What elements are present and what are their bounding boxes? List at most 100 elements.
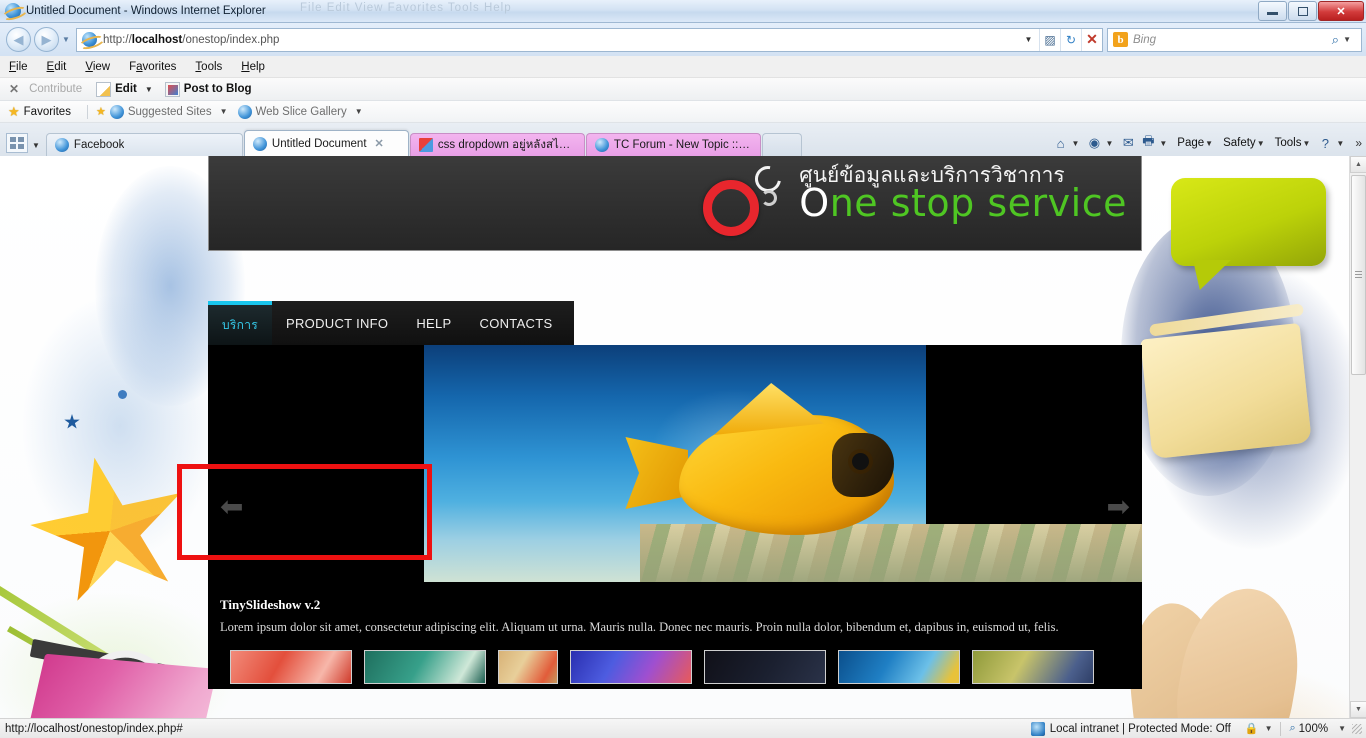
add-favorite-icon[interactable]: ★ (96, 105, 106, 118)
site-header: ศูนย์ข้อมูลและบริการวิชาการ One stop ser… (208, 156, 1142, 251)
restore-button[interactable] (1288, 1, 1317, 21)
close-button[interactable]: ✕ (1318, 1, 1364, 21)
stop-icon[interactable]: ✕ (1081, 28, 1102, 51)
vertical-scrollbar[interactable]: ▲ ▼ (1349, 156, 1366, 718)
tab-label: Untitled Document (271, 137, 367, 150)
mail-icon[interactable]: ✉ (1118, 134, 1138, 152)
menu-view[interactable]: View (85, 61, 110, 73)
chevron-down-icon[interactable]: ▼ (1159, 139, 1167, 148)
tools-menu-button[interactable]: Tools (1275, 137, 1302, 149)
chevron-down-icon[interactable]: ▼ (1265, 724, 1273, 733)
ie-icon (252, 136, 267, 151)
nav-item-contacts[interactable]: CONTACTS (466, 301, 567, 345)
edit-icon (96, 81, 112, 97)
chevron-down-icon[interactable]: ▼ (1302, 139, 1310, 148)
nav-item-help[interactable]: HELP (402, 301, 465, 345)
web-slice-icon (237, 104, 252, 119)
nav-item-service[interactable]: บริการ (208, 301, 273, 345)
tab-close-icon[interactable]: ✕ (375, 137, 384, 150)
chevron-down-icon[interactable]: ▼ (145, 85, 153, 94)
tab-label: css dropdown อยู่หลังสไล - ... (437, 139, 576, 151)
scrollbar-thumb[interactable] (1351, 175, 1366, 375)
search-icon[interactable]: ⌕ (1332, 32, 1339, 48)
url-input[interactable]: http://localhost/onestop/index.php ▼ ▨ ↻… (76, 27, 1103, 52)
thumbnail-item[interactable] (972, 650, 1094, 684)
tab-strip: ▼ Facebook Untitled Document ✕ css dropd… (0, 123, 1366, 156)
chevron-down-icon[interactable]: ▼ (1338, 724, 1346, 733)
url-dropdown-icon[interactable]: ▼ (1018, 29, 1039, 51)
chevron-down-icon[interactable]: ▼ (355, 107, 363, 116)
contribute-label: Contribute (29, 83, 83, 95)
forward-button[interactable]: ▶ (34, 27, 59, 52)
new-tab-button[interactable] (761, 133, 802, 156)
rss-feeds-icon[interactable]: ◉ (1084, 134, 1104, 152)
thumbnail-item[interactable] (230, 650, 352, 684)
menu-favorites[interactable]: Favorites (129, 61, 176, 73)
chevron-down-icon[interactable]: ▼ (220, 107, 228, 116)
scroll-down-button[interactable]: ▼ (1350, 701, 1366, 718)
chevron-down-icon[interactable]: ▼ (32, 141, 40, 150)
tab-tc-forum[interactable]: TC Forum - New Topic :: ะ... (585, 133, 761, 156)
status-bar: http://localhost/onestop/index.php# Loca… (0, 718, 1366, 738)
chevron-down-icon[interactable]: ▼ (1257, 139, 1265, 148)
resize-grip[interactable] (1352, 723, 1362, 734)
home-icon[interactable]: ⌂ (1051, 134, 1071, 152)
tab-facebook[interactable]: Facebook (45, 133, 243, 156)
tab-css-dropdown[interactable]: css dropdown อยู่หลังสไล - ... (409, 133, 585, 156)
menu-file[interactable]: File (9, 61, 28, 73)
back-button[interactable]: ◀ (6, 27, 31, 52)
history-dropdown-icon[interactable]: ▼ (59, 35, 73, 44)
speech-bubble-decoration (1171, 178, 1326, 266)
compatibility-view-icon[interactable]: ▨ (1039, 28, 1060, 51)
swirl-decoration-icon (761, 190, 778, 206)
chevron-down-icon[interactable]: ▼ (1072, 139, 1080, 148)
slideshow-next-button[interactable]: ➡ (1107, 493, 1130, 521)
minimize-button[interactable] (1258, 1, 1287, 21)
safety-menu-button[interactable]: Safety (1223, 137, 1256, 149)
scroll-up-button[interactable]: ▲ (1350, 156, 1366, 173)
lock-icon[interactable]: 🔒 (1245, 722, 1259, 735)
zoom-icon[interactable]: ⌕ (1289, 722, 1295, 735)
slideshow-title: TinySlideshow v.2 (220, 596, 321, 612)
page-favicon (82, 31, 98, 48)
site-logo: ศูนย์ข้อมูลและบริการวิชาการ One stop ser… (703, 160, 1127, 249)
tab-untitled-document[interactable]: Untitled Document ✕ (243, 130, 409, 156)
chevron-down-icon[interactable]: ▼ (1205, 139, 1213, 148)
close-icon[interactable]: ✕ (9, 82, 19, 96)
zoom-level-label[interactable]: 100% (1299, 723, 1328, 735)
edit-button[interactable]: Edit (115, 83, 137, 95)
status-link-url: http://localhost/onestop/index.php# (5, 722, 183, 735)
chevron-down-icon[interactable]: ▼ (1105, 139, 1113, 148)
security-zone-label[interactable]: Local intranet | Protected Mode: Off (1050, 723, 1231, 735)
star-icon: ★ (8, 103, 20, 119)
page-menu-button[interactable]: Page (1177, 137, 1204, 149)
search-dropdown-icon[interactable]: ▼ (1343, 35, 1351, 44)
web-slice-gallery-button[interactable]: Web Slice Gallery (256, 106, 347, 118)
shopping-basket-decoration (1140, 322, 1312, 460)
thumbnail-item[interactable] (498, 650, 558, 684)
menu-help[interactable]: Help (241, 61, 265, 73)
menu-tools[interactable]: Tools (195, 61, 222, 73)
search-input[interactable]: b Bing ⌕ ▼ (1107, 27, 1362, 52)
print-icon[interactable]: 🖶 (1138, 133, 1158, 152)
thumbnail-item[interactable] (704, 650, 826, 684)
refresh-icon[interactable]: ↻ (1060, 28, 1081, 51)
suggested-sites-button[interactable]: Suggested Sites (128, 106, 212, 118)
divider (86, 104, 88, 119)
menu-edit[interactable]: Edit (47, 61, 67, 73)
quick-tabs-button[interactable] (6, 133, 28, 153)
post-to-blog-button[interactable]: Post to Blog (184, 83, 252, 95)
window-controls: ✕ (1258, 1, 1364, 21)
thumbnail-item[interactable] (570, 650, 692, 684)
slideshow-description: Lorem ipsum dolor sit amet, consectetur … (220, 619, 1059, 634)
help-icon[interactable]: ? (1315, 134, 1335, 152)
nav-item-product-info[interactable]: PRODUCT INFO (272, 301, 402, 345)
thumbnail-item[interactable] (838, 650, 960, 684)
chevron-down-icon[interactable]: ▼ (1336, 139, 1344, 148)
shopping-bag-decoration (0, 653, 218, 718)
favorites-button[interactable]: Favorites (24, 106, 71, 118)
small-star-decoration (64, 414, 80, 429)
overflow-icon[interactable]: » (1355, 136, 1362, 150)
slideshow-prev-button[interactable]: ⬅ (220, 493, 243, 521)
thumbnail-item[interactable] (364, 650, 486, 684)
